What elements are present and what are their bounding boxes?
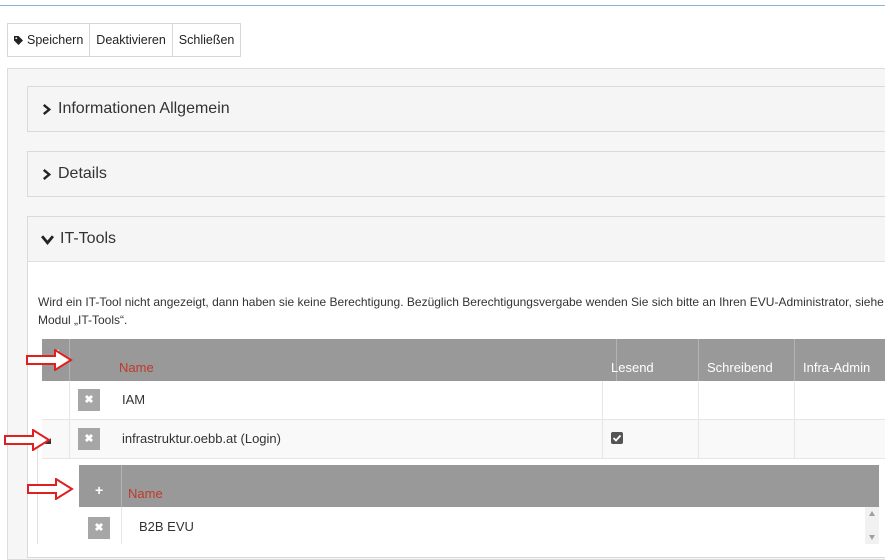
annotation-arrow-icon [26, 349, 73, 371]
row-delete-cell: ✖ [70, 420, 108, 458]
column-header-infra-admin-label: Infra-Admin [803, 360, 871, 375]
row-expander-cell [42, 381, 70, 419]
deactivate-button-label: Deaktivieren [96, 33, 166, 47]
section-it-tools-header[interactable]: IT-Tools [28, 217, 885, 261]
info-text: Wird ein IT-Tool nicht angezeigt, dann h… [38, 295, 884, 327]
annotation-arrow-icon [27, 478, 74, 500]
grid-header: + Name Lesend Schreibend Infra-Admin [42, 339, 885, 381]
subgrid-column-header-name-label: Name [128, 486, 163, 501]
section-general-header[interactable]: Informationen Allgemein [28, 87, 885, 131]
chevron-right-icon [42, 103, 52, 115]
row-infra-admin-cell[interactable] [795, 420, 885, 458]
subgrid-column-header-name[interactable]: Name [122, 465, 879, 507]
subgrid-delete-cell: ✖ [79, 507, 122, 544]
toolbar: Speichern Deaktivieren Schließen [7, 23, 242, 57]
row-name: IAM [122, 392, 146, 407]
section-general: Informationen Allgemein [27, 86, 885, 132]
section-details-header[interactable]: Details [28, 152, 885, 196]
section-it-tools-title: IT-Tools [60, 230, 117, 247]
row-infra-admin-cell[interactable] [795, 381, 885, 419]
subgrid-row: ✖ B2B EVU [79, 507, 879, 544]
save-button-label: Speichern [27, 33, 84, 47]
column-header-lesend[interactable]: Lesend [603, 339, 699, 381]
section-details-title: Details [58, 165, 107, 182]
close-button[interactable]: Schließen [173, 24, 241, 56]
checkbox-checked-icon[interactable] [611, 432, 623, 444]
section-details: Details [27, 151, 885, 197]
row-name-cell: IAM [108, 381, 603, 419]
row-name-cell: infrastruktur.oebb.at (Login) [108, 420, 603, 458]
chevron-down-icon [41, 234, 54, 245]
row-name: infrastruktur.oebb.at (Login) [122, 431, 281, 446]
scroll-up-icon[interactable] [869, 511, 875, 516]
column-header-name-label: Name [119, 360, 154, 375]
annotation-arrow-icon [4, 429, 51, 451]
row-lesend-cell[interactable] [603, 420, 699, 458]
top-divider [0, 5, 885, 6]
subgrid-row-name: B2B EVU [139, 519, 194, 534]
row-delete-cell: ✖ [70, 381, 108, 419]
row-schreibend-cell[interactable] [699, 381, 795, 419]
subgrid-scrollbar[interactable] [865, 507, 879, 544]
save-button[interactable]: Speichern [8, 24, 91, 56]
tag-icon [14, 35, 23, 45]
delete-row-button[interactable]: ✖ [78, 428, 100, 450]
column-header-schreibend-label: Schreibend [707, 360, 773, 375]
column-header-schreibend[interactable]: Schreibend [699, 339, 795, 381]
chevron-right-icon [42, 168, 52, 180]
section-general-title: Informationen Allgemein [58, 100, 230, 117]
close-button-label: Schließen [178, 33, 235, 47]
table-row: ✖ infrastruktur.oebb.at (Login) [42, 420, 885, 459]
delete-row-button[interactable]: ✖ [78, 389, 100, 411]
subgrid-name-cell: B2B EVU [122, 507, 862, 544]
column-header-infra-admin[interactable]: Infra-Admin [795, 339, 885, 381]
deactivate-button[interactable]: Deaktivieren [90, 24, 173, 56]
table-row: ✖ IAM [42, 381, 885, 420]
scroll-down-icon[interactable] [869, 535, 875, 540]
subgrid-header: + Name [79, 465, 879, 507]
subgrid-header-add-cell: + [79, 465, 122, 507]
delete-row-button[interactable]: ✖ [88, 517, 110, 539]
column-header-lesend-label: Lesend [611, 360, 654, 375]
row-lesend-cell[interactable] [603, 381, 699, 419]
row-schreibend-cell[interactable] [699, 420, 795, 458]
column-header-name[interactable]: Name [70, 339, 617, 381]
subgrid-add-row-button[interactable]: + [95, 482, 103, 498]
